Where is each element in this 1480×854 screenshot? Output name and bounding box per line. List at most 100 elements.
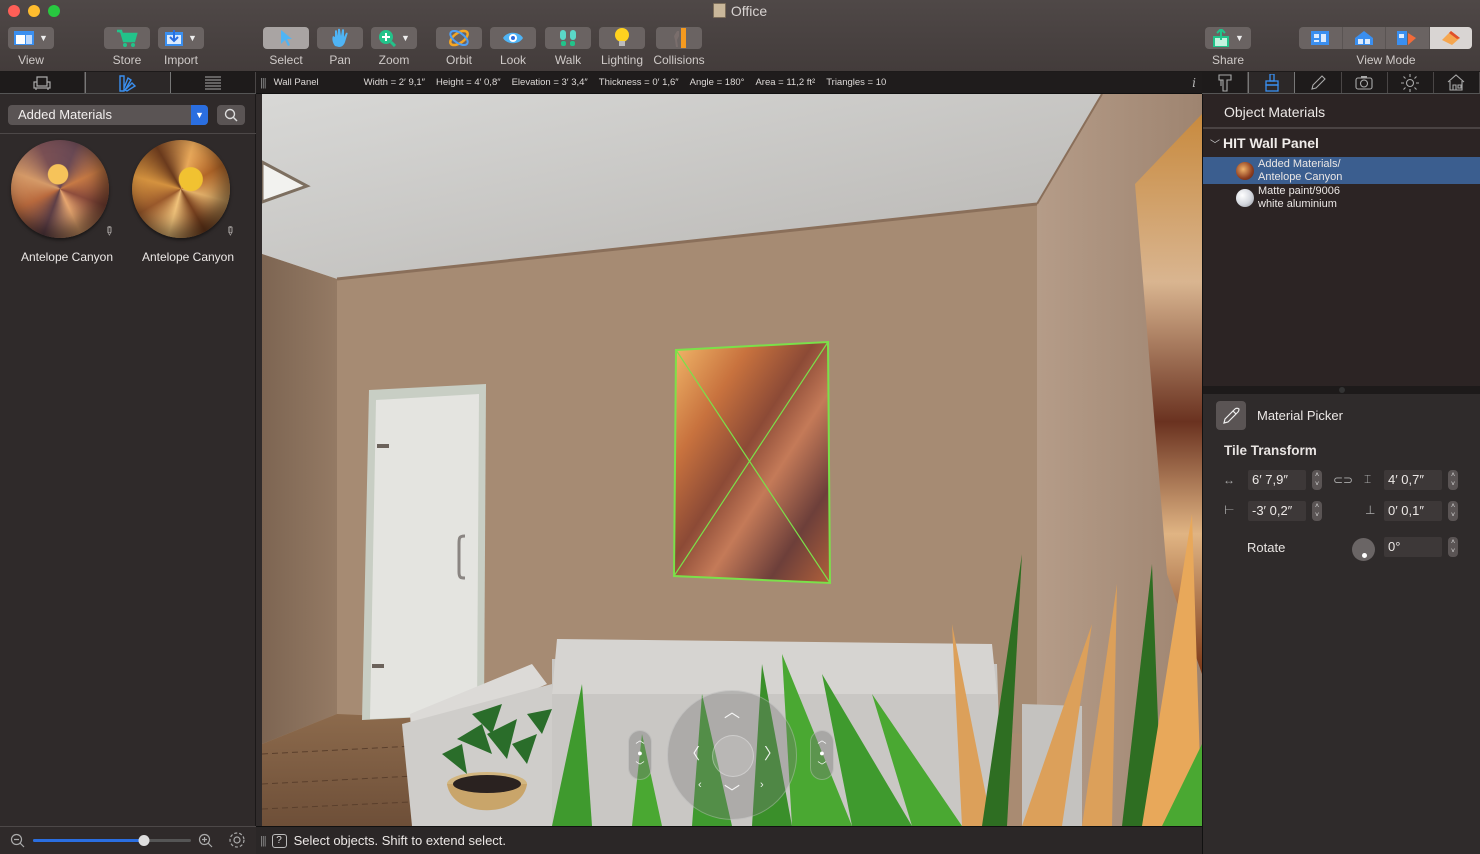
view-mode-segmented-control bbox=[1299, 27, 1472, 49]
floor-plan-icon bbox=[1311, 31, 1330, 45]
tile-width-field[interactable]: 6′ 7,9″ bbox=[1248, 470, 1306, 490]
share-button[interactable]: ▼ bbox=[1205, 27, 1251, 49]
panel-splitter[interactable] bbox=[1202, 386, 1480, 394]
status-text: Select objects. Shift to extend select. bbox=[293, 833, 507, 848]
house-elevation-icon bbox=[1354, 31, 1373, 45]
rotate-dial[interactable] bbox=[1352, 538, 1375, 561]
help-icon[interactable]: ? bbox=[271, 833, 287, 848]
zoom-out-icon[interactable] bbox=[10, 833, 26, 849]
object-material-row[interactable]: Added Materials/Antelope Canyon bbox=[1203, 157, 1480, 184]
walk-tool-button[interactable] bbox=[545, 27, 591, 49]
left-wall bbox=[262, 254, 337, 744]
divider bbox=[1203, 127, 1480, 129]
navigation-pad[interactable]: ︿ ﹀ 〈 〉 ‹ › bbox=[667, 690, 797, 820]
tab-materials[interactable] bbox=[85, 72, 171, 93]
object-info-bar: ||| Wall Panel Width = 2′ 9,1″ Height = … bbox=[256, 72, 1202, 94]
tile-offset-y-stepper[interactable]: ˄ ˅ bbox=[1448, 501, 1458, 521]
rotate-field[interactable]: 0° bbox=[1384, 537, 1442, 557]
library-select[interactable]: Added Materials ▼ bbox=[8, 105, 208, 125]
import-button[interactable]: ▼ bbox=[158, 27, 204, 49]
nav-right-icon[interactable]: 〉 bbox=[764, 747, 780, 763]
tile-height-field[interactable]: 4′ 0,7″ bbox=[1384, 470, 1442, 490]
eyedropper-icon bbox=[1223, 407, 1240, 424]
link-icon[interactable]: ⊂⊃ bbox=[1333, 473, 1353, 487]
store-button[interactable] bbox=[104, 27, 150, 49]
drag-handle-icon[interactable]: ||| bbox=[260, 77, 267, 89]
tab-dimensions[interactable] bbox=[1202, 72, 1249, 93]
view-mode-elevation[interactable] bbox=[1343, 27, 1386, 49]
view-mode-label: View Mode bbox=[1356, 53, 1416, 67]
camera-height-control[interactable]: ︿ ● ﹀ bbox=[628, 730, 652, 780]
tile-offset-y-field[interactable]: 0′ 0,1″ bbox=[1384, 501, 1442, 521]
material-path: Matte paint/9006 bbox=[1258, 185, 1340, 197]
drag-handle-icon[interactable]: ||| bbox=[260, 835, 267, 847]
nav-center[interactable] bbox=[712, 735, 754, 777]
tab-materials-inspector[interactable] bbox=[1248, 72, 1296, 93]
pencil-icon bbox=[1311, 74, 1326, 90]
left-panel-tabs bbox=[0, 72, 256, 94]
tab-light[interactable] bbox=[1388, 72, 1434, 93]
look-label: Look bbox=[499, 53, 527, 67]
select-tool-button[interactable] bbox=[263, 27, 309, 49]
material-item[interactable]: ✎ Antelope Canyon bbox=[1, 140, 118, 270]
hand-icon bbox=[332, 28, 348, 47]
zoom-tool-button[interactable]: ▼ bbox=[371, 27, 417, 49]
lighting-tool-button[interactable] bbox=[599, 27, 645, 49]
orbit-tool-button[interactable] bbox=[436, 27, 482, 49]
nav-left-icon[interactable]: 〈 bbox=[684, 747, 700, 763]
tab-camera[interactable] bbox=[1342, 72, 1388, 93]
offset-y-icon: ⊥ bbox=[1365, 503, 1376, 517]
nav-rotate-left-icon[interactable]: ‹ bbox=[698, 777, 702, 793]
material-picker-button[interactable] bbox=[1216, 401, 1246, 430]
material-item[interactable]: ✎ Antelope Canyon bbox=[122, 140, 239, 270]
info-area: Area = 11,2 ft² bbox=[755, 77, 816, 88]
pencil-icon[interactable]: ✎ bbox=[101, 222, 118, 239]
chevron-down-icon: ▼ bbox=[401, 33, 410, 43]
tile-height-stepper[interactable]: ˄ ˅ bbox=[1448, 470, 1458, 490]
tile-offset-x-stepper[interactable]: ˄ ˅ bbox=[1312, 501, 1322, 521]
list-icon bbox=[205, 76, 221, 89]
info-icon[interactable]: i bbox=[1192, 76, 1196, 90]
sun-icon bbox=[1401, 73, 1420, 92]
view-mode-3d[interactable] bbox=[1429, 27, 1472, 49]
tile-offset-x-field[interactable]: -3′ 0,2″ bbox=[1248, 501, 1306, 521]
nav-up-icon[interactable]: ︿ bbox=[724, 705, 740, 721]
view-mode-split[interactable] bbox=[1386, 27, 1430, 49]
tab-furniture[interactable] bbox=[0, 72, 85, 93]
tile-width-stepper[interactable]: ˄ ˅ bbox=[1312, 470, 1322, 490]
camera-tilt-control[interactable]: ︿ ● ﹀ bbox=[810, 730, 834, 780]
material-group-header[interactable]: ﹀ HIT Wall Panel bbox=[1210, 135, 1319, 151]
nav-down-icon[interactable]: ﹀ bbox=[724, 786, 740, 802]
3d-viewport[interactable]: ︿ ● ﹀ ︿ ﹀ 〈 〉 ‹ › ︿ ● ﹀ bbox=[262, 94, 1202, 826]
collisions-label: Collisions bbox=[653, 53, 705, 67]
gear-icon[interactable] bbox=[228, 831, 246, 849]
inspector-tabs bbox=[1202, 72, 1480, 94]
look-tool-button[interactable] bbox=[490, 27, 536, 49]
share-icon bbox=[1213, 29, 1230, 47]
material-label: Antelope Canyon bbox=[20, 250, 114, 264]
tab-list[interactable] bbox=[171, 72, 256, 93]
zoom-in-icon[interactable] bbox=[198, 833, 214, 849]
roof-3d-icon bbox=[1441, 31, 1460, 45]
object-material-row[interactable]: Matte paint/9006 white aluminium bbox=[1203, 184, 1480, 211]
slider-knob[interactable] bbox=[138, 835, 150, 846]
view-mode-2d-plan[interactable] bbox=[1299, 27, 1343, 49]
window-title: Office bbox=[0, 3, 1480, 19]
zoom-plus-icon bbox=[379, 30, 397, 47]
view-label: View bbox=[18, 53, 44, 67]
rotate-stepper[interactable]: ˄ ˅ bbox=[1448, 537, 1458, 557]
collisions-tool-button[interactable] bbox=[656, 27, 702, 49]
tab-edit[interactable] bbox=[1295, 72, 1342, 93]
width-arrows-icon: ↔ bbox=[1223, 473, 1235, 487]
title-toolbar: Office ▼ View Store ▼ Import Select Pan bbox=[0, 0, 1480, 72]
pan-tool-button[interactable] bbox=[317, 27, 363, 49]
thumbnail-size-slider[interactable] bbox=[33, 835, 191, 846]
library-select-value: Added Materials bbox=[18, 107, 112, 122]
nav-rotate-right-icon[interactable]: › bbox=[760, 777, 764, 793]
divider bbox=[0, 133, 256, 134]
view-button[interactable]: ▼ bbox=[8, 27, 54, 49]
tab-building[interactable] bbox=[1434, 72, 1480, 93]
pencil-icon[interactable]: ✎ bbox=[222, 222, 239, 239]
library-search-button[interactable] bbox=[217, 105, 245, 125]
info-height: Height = 4′ 0,8″ bbox=[436, 77, 501, 88]
